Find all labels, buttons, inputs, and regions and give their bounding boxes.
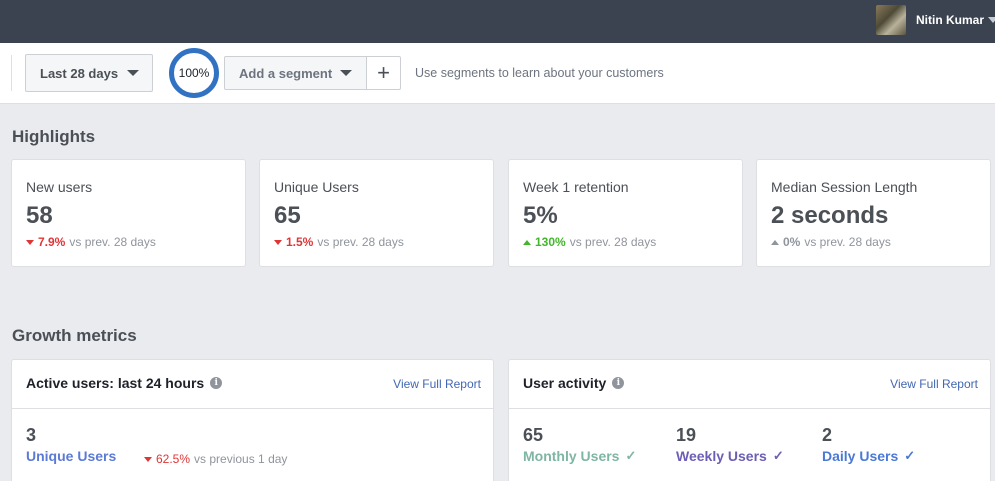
divider [12,408,493,409]
top-bar: Nitin Kumar [0,0,995,43]
daily-users-toggle[interactable]: Daily Users ✓ [822,448,915,464]
check-icon: ✓ [772,448,784,463]
change-note: vs prev. 28 days [569,235,657,249]
user-name[interactable]: Nitin Kumar [916,13,984,27]
change-percent: 0% [783,235,801,249]
highlight-change: 0% vs prev. 28 days [771,235,891,249]
unique-users-link[interactable]: Unique Users [26,448,116,464]
chevron-down-icon[interactable] [988,17,995,23]
zoom-indicator: 100% [169,48,219,98]
growth-metrics-title: Growth metrics [12,326,137,345]
change-percent: 130% [535,235,566,249]
monthly-users-label: Monthly Users [523,448,620,464]
info-icon[interactable]: i [612,377,625,389]
weekly-users-value: 19 [676,425,697,445]
change-note: vs prev. 28 days [317,235,404,249]
highlight-label: Unique Users [274,179,359,195]
trend-down-icon [144,456,152,462]
toolbar: Last 28 days 100% Add a segment + Use se… [0,43,995,104]
chevron-down-icon [340,70,353,76]
weekly-users-toggle[interactable]: Weekly Users ✓ [676,448,784,464]
change-note: vs prev. 28 days [69,235,156,249]
active-users-change: 62.5% vs previous 1 day [144,452,287,466]
highlight-card-unique-users[interactable]: Unique Users 65 1.5% vs prev. 28 days [259,159,494,267]
check-icon: ✓ [904,448,916,463]
user-menu[interactable]: Nitin Kumar [875,4,995,36]
avatar[interactable] [875,5,906,35]
divider [509,408,990,409]
view-full-report-link[interactable]: View Full Report [393,377,481,391]
user-activity-title: User activity [523,375,607,391]
change-percent: 1.5% [286,235,314,249]
highlight-card-week1-retention[interactable]: Week 1 retention 5% 130% vs prev. 28 day… [508,159,743,267]
add-segment-label: Add a segment [239,65,333,81]
segment-hint: Use segments to learn about your custome… [415,66,664,80]
active-users-card: Active users: last 24 hours i View Full … [11,359,494,481]
info-icon[interactable]: i [210,377,223,389]
change-percent: 7.9% [38,235,66,249]
highlight-label: Week 1 retention [523,179,629,195]
date-range-button[interactable]: Last 28 days [25,54,153,92]
card-title: User activity i [523,375,625,391]
trend-down-icon [274,239,282,245]
zoom-label: 100% [178,66,210,80]
monthly-users-value: 65 [523,425,544,445]
change-note: vs prev. 28 days [804,235,891,249]
highlight-value: 58 [26,202,53,229]
daily-users-label: Daily Users [822,448,899,464]
plus-icon[interactable]: + [366,56,401,90]
monthly-users-toggle[interactable]: Monthly Users ✓ [523,448,636,464]
active-users-title: Active users: last 24 hours [26,375,205,391]
highlight-value: 5% [523,202,558,229]
highlight-value: 65 [274,202,301,229]
trend-down-icon [26,239,34,245]
user-activity-card: User activity i View Full Report 65 Mont… [508,359,991,481]
card-title: Active users: last 24 hours i [26,375,223,391]
check-icon: ✓ [625,448,637,463]
change-percent: 62.5% [156,452,191,466]
chevron-down-icon [127,70,140,76]
highlight-value: 2 seconds [771,202,889,229]
active-users-value: 3 [26,425,37,445]
divider [11,55,12,91]
view-full-report-link[interactable]: View Full Report [890,377,978,391]
add-segment-button[interactable]: Add a segment [224,56,367,90]
weekly-users-label: Weekly Users [676,448,767,464]
trend-neutral-icon [771,239,779,245]
highlight-card-median-session[interactable]: Median Session Length 2 seconds 0% vs pr… [756,159,991,267]
highlight-change: 1.5% vs prev. 28 days [274,235,404,249]
highlight-label: New users [26,179,93,195]
date-range-label: Last 28 days [40,65,119,81]
highlight-change: 130% vs prev. 28 days [523,235,656,249]
trend-up-icon [523,239,531,245]
highlight-card-new-users[interactable]: New users 58 7.9% vs prev. 28 days [11,159,246,267]
highlight-label: Median Session Length [771,179,918,195]
highlights-title: Highlights [12,127,96,146]
highlight-change: 7.9% vs prev. 28 days [26,235,156,249]
change-note: vs previous 1 day [194,452,288,466]
daily-users-value: 2 [822,425,833,445]
